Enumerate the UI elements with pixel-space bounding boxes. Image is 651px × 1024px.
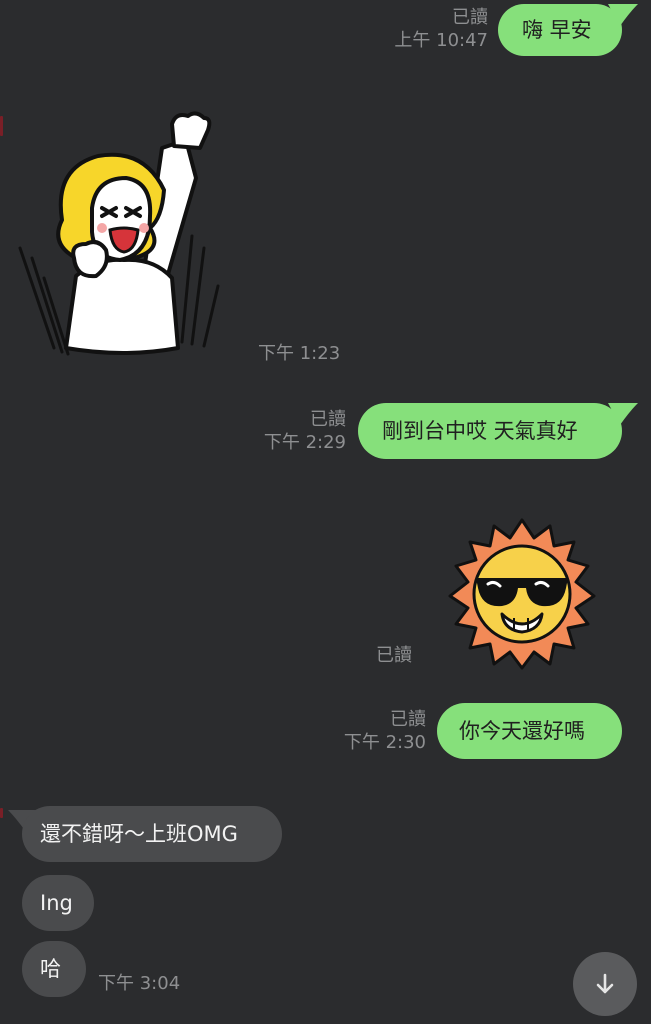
message-text: 嗨 早安 bbox=[522, 17, 592, 42]
bubble-tail bbox=[608, 403, 638, 425]
message-time: 下午 2:30 bbox=[343, 732, 426, 754]
message-time: 上午 10:47 bbox=[394, 30, 488, 52]
avatar-edge bbox=[0, 116, 3, 136]
scroll-to-bottom-button[interactable] bbox=[573, 952, 637, 1016]
outgoing-message-bubble[interactable]: 剛到台中哎 天氣真好 bbox=[358, 403, 622, 459]
read-receipt: 已讀 bbox=[390, 709, 426, 730]
read-receipt: 已讀 bbox=[376, 645, 412, 666]
message-text: Ing bbox=[40, 890, 73, 915]
avatar-edge bbox=[0, 808, 3, 818]
message-time: 下午 3:04 bbox=[98, 973, 181, 994]
chat-view[interactable]: 已讀 上午 10:47 嗨 早安 下午 1:23 已讀 下午 2:29 剛到台中… bbox=[0, 0, 651, 1024]
message-text: 哈 bbox=[40, 956, 61, 981]
arrow-down-icon bbox=[596, 973, 614, 994]
message-meta: 已讀 下午 2:29 bbox=[240, 408, 346, 455]
incoming-message-bubble[interactable]: 還不錯呀～上班OMG bbox=[22, 806, 282, 862]
outgoing-message-bubble[interactable]: 你今天還好嗎 bbox=[437, 703, 622, 759]
cheering-blonde-character-sticker[interactable] bbox=[14, 108, 234, 356]
incoming-message-bubble[interactable]: 哈 bbox=[22, 941, 86, 997]
bubble-tail bbox=[608, 4, 638, 26]
read-receipt: 已讀 bbox=[310, 409, 346, 430]
read-receipt: 已讀 bbox=[452, 7, 488, 28]
message-text: 還不錯呀～上班OMG bbox=[40, 821, 238, 846]
message-meta: 已讀 下午 2:30 bbox=[320, 708, 426, 755]
message-text: 剛到台中哎 天氣真好 bbox=[382, 418, 578, 443]
message-time: 下午 2:29 bbox=[263, 432, 346, 454]
cool-sun-sunglasses-sticker[interactable] bbox=[444, 518, 600, 670]
outgoing-message-bubble[interactable]: 嗨 早安 bbox=[498, 4, 622, 56]
message-meta: 已讀 上午 10:47 bbox=[380, 6, 488, 53]
incoming-message-bubble[interactable]: Ing bbox=[22, 875, 94, 931]
message-text: 你今天還好嗎 bbox=[459, 718, 585, 743]
message-time: 下午 1:23 bbox=[258, 343, 341, 364]
